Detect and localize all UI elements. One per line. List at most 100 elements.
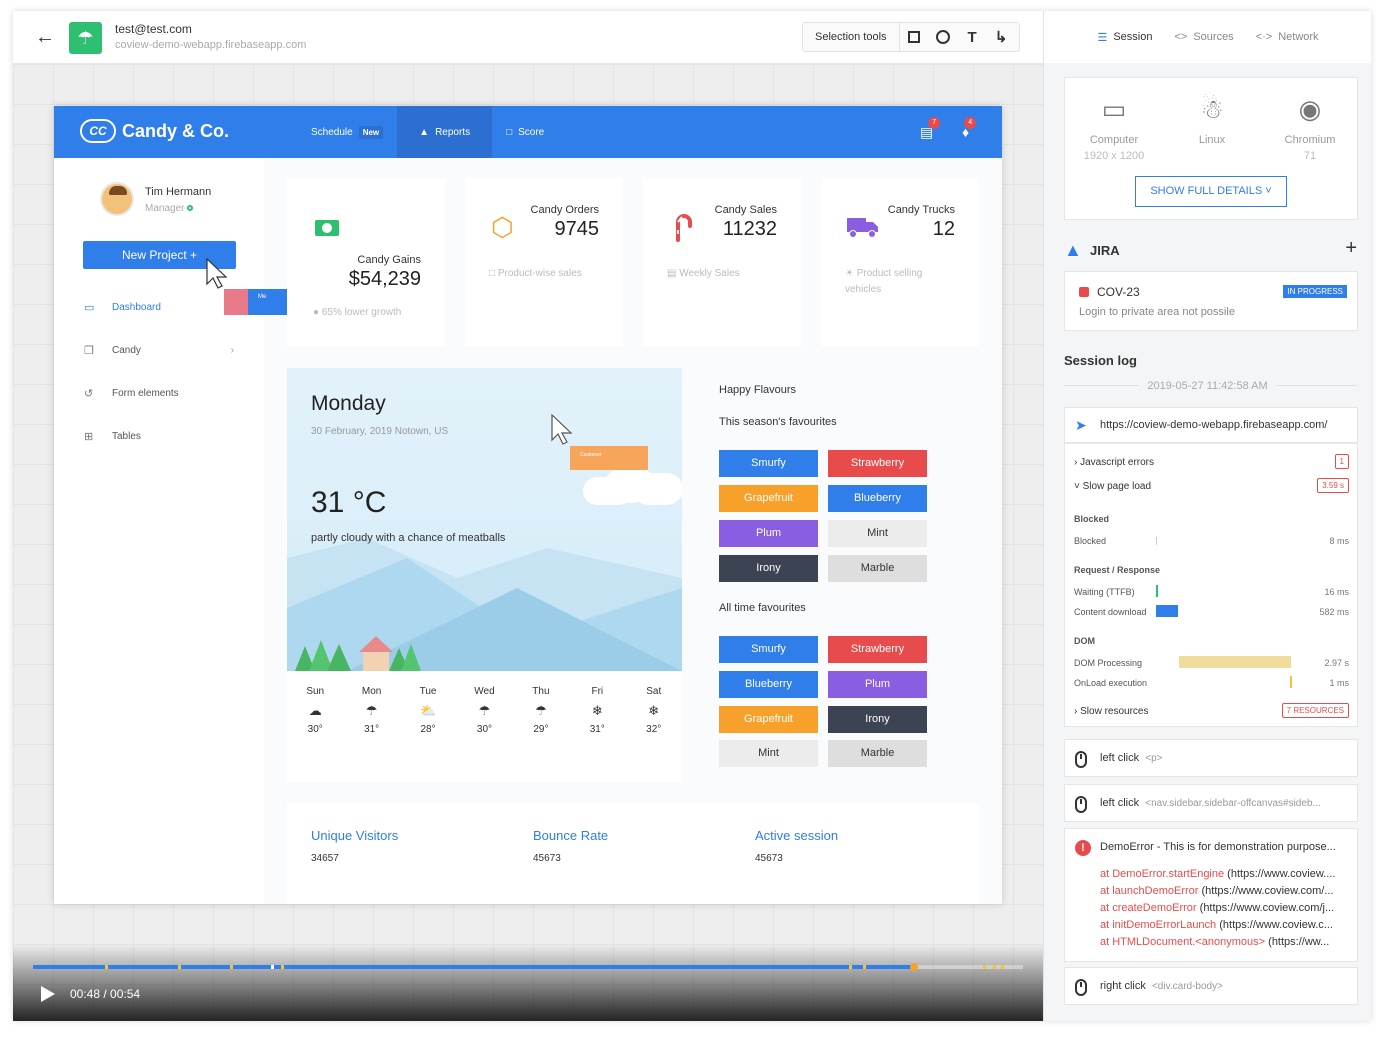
flavour-button[interactable]: Smurfy bbox=[719, 450, 818, 477]
tab-session[interactable]: ☰ Session bbox=[1097, 31, 1152, 44]
event-marker[interactable] bbox=[849, 965, 852, 969]
flavour-button[interactable]: Irony bbox=[719, 555, 818, 582]
flavour-button[interactable]: Strawberry bbox=[828, 450, 927, 477]
weather-date: 30 February, 2019 Notown, US bbox=[311, 426, 449, 437]
event-marker[interactable] bbox=[1001, 965, 1004, 969]
add-issue-icon[interactable]: + bbox=[1345, 237, 1357, 260]
document-icon[interactable]: ▤ 7 bbox=[920, 117, 941, 141]
onload-row: OnLoad execution 1 ms bbox=[1074, 676, 1349, 688]
event-marker[interactable] bbox=[230, 965, 233, 969]
flavour-button[interactable]: Mint bbox=[828, 520, 927, 547]
issue-key: COV-23 bbox=[1097, 285, 1140, 299]
slow-load-row[interactable]: ˅ Slow page load 3.59 s bbox=[1074, 478, 1349, 493]
brand-logo-icon: CC bbox=[80, 119, 116, 143]
event-marker[interactable] bbox=[178, 965, 181, 969]
candy-cane-icon bbox=[676, 214, 692, 242]
tab-network[interactable]: <·> Network bbox=[1256, 31, 1319, 43]
sidebar-item-dashboard[interactable]: ▭ Dashboard bbox=[84, 301, 234, 314]
flavour-button[interactable]: Plum bbox=[719, 520, 818, 547]
log-click[interactable]: left click <nav.sidebar.sidebar-offcanva… bbox=[1064, 784, 1358, 822]
user-name: Tim Hermann bbox=[145, 186, 212, 198]
nav-schedule[interactable]: Schedule New bbox=[297, 106, 397, 158]
rain-icon: ☂ bbox=[535, 703, 547, 718]
domproc-row: DOM Processing 2.97 s bbox=[1074, 656, 1349, 668]
back-arrow-icon[interactable]: ← bbox=[35, 27, 55, 47]
flavour-button[interactable]: Grapefruit bbox=[719, 706, 818, 733]
log-error[interactable]: ! DemoError - This is for demonstration … bbox=[1064, 828, 1358, 962]
new-badge: New bbox=[358, 125, 384, 139]
slow-load-value: 3.59 s bbox=[1317, 478, 1349, 493]
stat-footer-text: Weekly Sales bbox=[679, 268, 740, 279]
env-name: Linux bbox=[1198, 134, 1226, 146]
chromium-icon: ◉ bbox=[1298, 94, 1322, 124]
metric-label[interactable]: Bounce Rate bbox=[533, 828, 608, 843]
circle-tool-icon[interactable] bbox=[929, 23, 958, 51]
slow-load-label: Slow page load bbox=[1082, 481, 1152, 492]
play-icon[interactable] bbox=[41, 986, 55, 1002]
env-name: Computer bbox=[1089, 134, 1139, 146]
click-text: right click <div.card-body> bbox=[1100, 968, 1349, 1005]
arrow-tool-icon[interactable]: ↳ bbox=[987, 23, 1016, 51]
rectangle-tool-icon[interactable] bbox=[900, 23, 929, 51]
flavour-button[interactable]: Mint bbox=[719, 740, 818, 767]
rain-icon: ☂ bbox=[365, 703, 378, 718]
bell-icon[interactable]: ♦ 4 bbox=[962, 117, 977, 140]
sidebar-item-candy[interactable]: ❐ Candy › bbox=[84, 344, 234, 357]
session-replay-window: ← ☂ test@test.com coview-demo-webapp.fir… bbox=[13, 11, 1371, 1021]
stat-card-sales: Candy Sales 11232 ▤ Weekly Sales bbox=[643, 178, 801, 346]
event-marker[interactable] bbox=[993, 965, 996, 969]
show-full-details-button[interactable]: SHOW FULL DETAILS ˅ bbox=[1135, 176, 1287, 207]
metric-label[interactable]: Active session bbox=[755, 828, 838, 843]
nav-score[interactable]: □ Score bbox=[492, 106, 558, 158]
log-performance: › Javascript errors 1 ˅ Slow page load 3.5… bbox=[1064, 443, 1358, 727]
flavour-button[interactable]: Marble bbox=[828, 555, 927, 582]
session-timestamp-text: 2019-05-27 11:42:58 AM bbox=[1139, 380, 1276, 392]
text-tool-icon[interactable]: T bbox=[958, 23, 987, 51]
chart-icon: ▲ bbox=[419, 126, 430, 138]
sidebar-item-form-elements[interactable]: ↺ Form elements bbox=[84, 387, 234, 400]
issue-status-badge: IN PROGRESS bbox=[1283, 285, 1347, 298]
metric-label[interactable]: Unique Visitors bbox=[311, 828, 398, 843]
list-icon: ☰ bbox=[1097, 31, 1108, 44]
nav-reports[interactable]: ▲ Reports bbox=[397, 106, 493, 158]
event-marker[interactable] bbox=[863, 965, 866, 969]
flavour-button[interactable]: Grapefruit bbox=[719, 485, 818, 512]
flavour-button[interactable]: Plum bbox=[828, 671, 927, 698]
event-marker[interactable] bbox=[983, 965, 986, 969]
flavour-button[interactable]: Smurfy bbox=[719, 636, 818, 663]
log-navigation[interactable]: ➤ https://coview-demo-webapp.firebaseapp… bbox=[1064, 407, 1358, 443]
forecast-day: Tue ⛅ 28° bbox=[400, 686, 456, 735]
forecast-day: Sat ❄ 32° bbox=[626, 686, 682, 735]
js-errors-row[interactable]: › Javascript errors 1 bbox=[1074, 454, 1349, 469]
flavour-button[interactable]: Strawberry bbox=[828, 636, 927, 663]
slow-resources-row[interactable]: › Slow resources 7 RESOURCES bbox=[1074, 703, 1349, 718]
log-click[interactable]: right click <div.card-body> bbox=[1064, 967, 1358, 1005]
money-icon bbox=[315, 220, 339, 236]
log-click[interactable]: left click <p> bbox=[1064, 739, 1358, 777]
click-text: left click <p> bbox=[1100, 740, 1349, 777]
flavour-button[interactable]: Irony bbox=[828, 706, 927, 733]
monitor-icon: ▭ bbox=[1101, 94, 1127, 124]
forecast-day: Sun ☁ 30° bbox=[287, 686, 343, 735]
jira-issue-card[interactable]: COV-23 IN PROGRESS Login to private area… bbox=[1064, 271, 1358, 331]
cloud-illustration bbox=[583, 465, 682, 505]
selection-tools: Selection tools T ↳ bbox=[802, 22, 1020, 52]
stat-footer: □ Product-wise sales bbox=[489, 268, 582, 279]
event-marker[interactable] bbox=[281, 965, 284, 969]
playback-scrubber[interactable] bbox=[910, 963, 919, 971]
sidebar-item-tables[interactable]: ⊞ Tables bbox=[84, 430, 234, 443]
stack-fn: at createDemoError bbox=[1100, 902, 1197, 914]
network-icon: <·> bbox=[1255, 31, 1273, 43]
flavour-button[interactable]: Blueberry bbox=[828, 485, 927, 512]
flavour-button[interactable]: Blueberry bbox=[719, 671, 818, 698]
event-marker[interactable] bbox=[271, 965, 274, 969]
jira-icon: ▲ bbox=[1064, 240, 1082, 260]
sidebar-item-label: Tables bbox=[112, 431, 141, 442]
tab-sources[interactable]: <> Sources bbox=[1174, 31, 1233, 43]
blocked-header: Blocked bbox=[1074, 514, 1110, 524]
playback-timeline[interactable] bbox=[33, 963, 1023, 971]
flavour-button[interactable]: Marble bbox=[828, 740, 927, 767]
selection-tools-label[interactable]: Selection tools bbox=[803, 23, 900, 51]
event-marker[interactable] bbox=[105, 965, 108, 969]
brand[interactable]: CC Candy & Co. bbox=[80, 119, 229, 143]
